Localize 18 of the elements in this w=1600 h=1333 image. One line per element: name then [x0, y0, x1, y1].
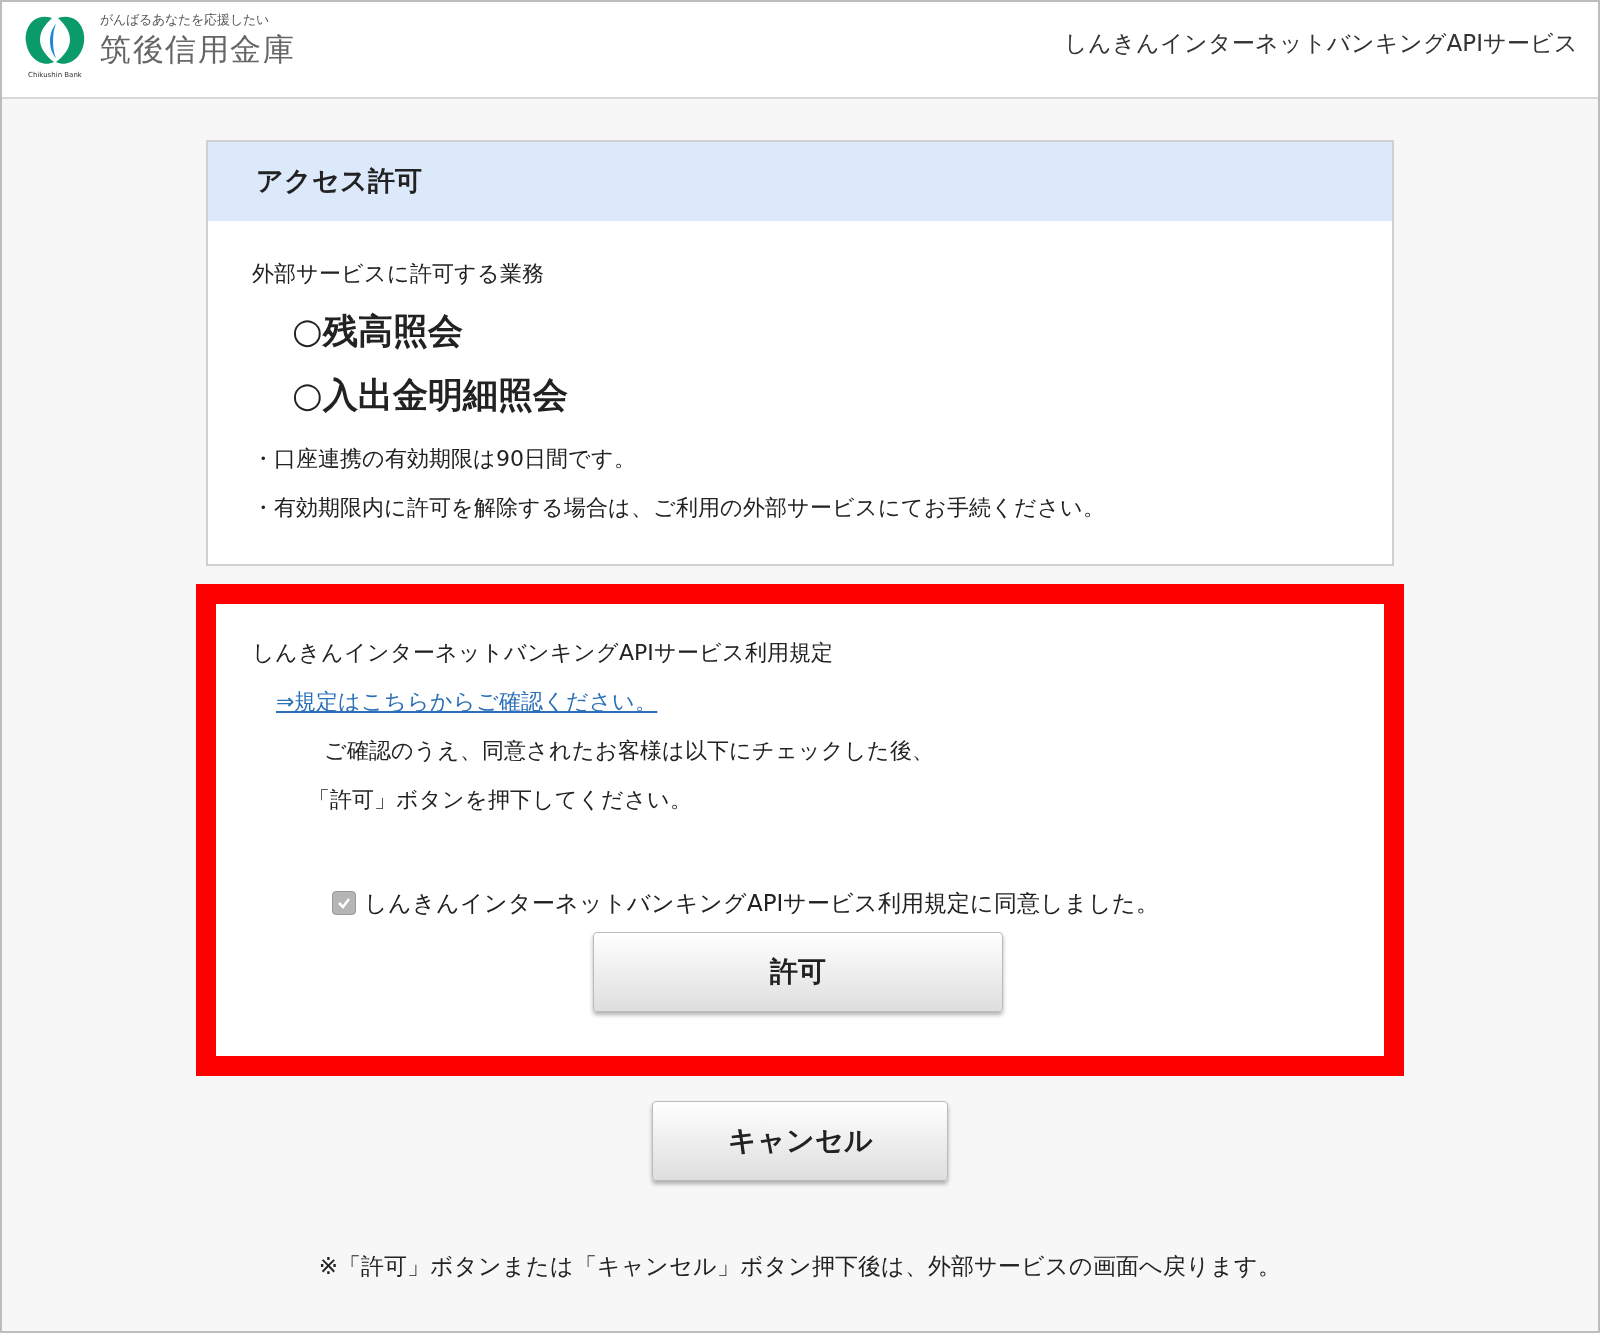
agree-label: しんきんインターネットバンキングAPIサービス利用規定に同意しました。	[364, 888, 1160, 918]
footer-note: ※「許可」ボタンまたは「キャンセル」ボタン押下後は、外部サービスの画面へ戻ります。	[318, 1251, 1282, 1281]
bank-name: 筑後信用金庫	[100, 29, 296, 69]
card-title: アクセス許可	[256, 164, 422, 199]
card-subtitle: 外部サービスに許可する業務	[252, 260, 545, 288]
service-item: ○入出金明細照会	[292, 373, 569, 417]
note-text: ・有効期限内に許可を解除する場合は、ご利用の外部サービスにてお手続ください。	[252, 493, 1106, 522]
instruction-text: 「許可」ボタンを押下してください。	[308, 785, 693, 814]
terms-link[interactable]: ⇒規定はこちらからご確認ください。	[276, 684, 658, 718]
agree-checkbox[interactable]	[332, 890, 356, 915]
terms-title: しんきんインターネットバンキングAPIサービス利用規定	[252, 638, 834, 667]
cancel-button[interactable]: キャンセル	[652, 1100, 948, 1181]
service-title: しんきんインターネットバンキングAPIサービス	[1063, 29, 1578, 58]
instruction-text: ご確認のうえ、同意されたお客様は以下にチェックした後、	[323, 736, 935, 765]
allow-button[interactable]: 許可	[593, 932, 1003, 1012]
service-item: ○残高照会	[292, 310, 464, 353]
tagline: がんばるあなたを応援したい	[100, 11, 270, 29]
note-text: ・口座連携の有効期限は90日間です。	[252, 444, 637, 473]
